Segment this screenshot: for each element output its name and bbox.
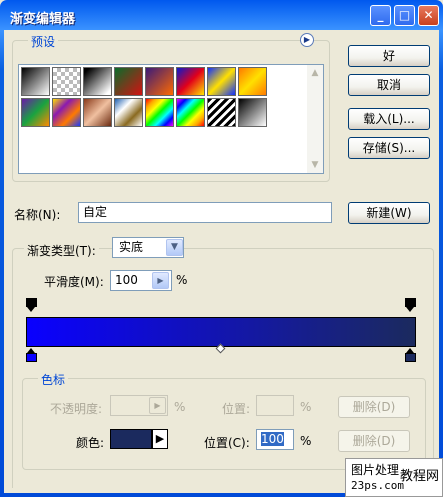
opacity-stop-left[interactable] xyxy=(26,298,37,312)
preset-swatch-transparent-stripes[interactable] xyxy=(207,98,236,127)
smoothness-slider-icon[interactable]: ▶ xyxy=(152,272,169,289)
color-swatch[interactable] xyxy=(110,429,152,449)
preset-swatch-blue-yellow-blue[interactable] xyxy=(207,67,236,96)
preset-swatch-black-white[interactable] xyxy=(21,67,50,96)
color-menu-arrow-icon[interactable]: ▶ xyxy=(152,429,168,449)
save-button[interactable]: 存储(S)... xyxy=(348,137,430,159)
preset-swatch-copper[interactable] xyxy=(83,98,112,127)
preset-swatch-violet-orange[interactable] xyxy=(145,67,174,96)
preset-swatch-transparent-checker[interactable] xyxy=(52,67,81,96)
color-location-input[interactable]: 100 xyxy=(256,429,294,450)
presets-label: 预设 xyxy=(28,33,59,50)
preset-swatch-transparent-rainbow[interactable] xyxy=(176,98,205,127)
color-label: 颜色: xyxy=(76,436,105,450)
gradient-type-label: 渐变类型(T): xyxy=(24,242,99,259)
color-stops-group xyxy=(22,378,426,470)
window-title: 渐变编辑器 xyxy=(10,12,76,27)
delete-color-stop-button[interactable]: 删除(D) xyxy=(338,430,410,452)
presets-menu-icon[interactable]: ▶ xyxy=(300,33,314,47)
opacity-location-label: 位置: xyxy=(222,402,251,416)
close-button[interactable]: ✕ xyxy=(418,5,439,26)
opacity-unit: % xyxy=(174,400,186,414)
opacity-label: 不透明度: xyxy=(50,402,103,416)
preset-swatch-black-transparent[interactable] xyxy=(83,67,112,96)
maximize-button[interactable]: □ xyxy=(394,5,415,26)
scroll-up-icon[interactable]: ▲ xyxy=(307,65,323,81)
watermark-title-2: 教程网 xyxy=(400,469,440,484)
opacity-slider-icon[interactable]: ▶ xyxy=(149,397,166,414)
preset-swatch-blue-red-yellow[interactable] xyxy=(176,67,205,96)
smoothness-unit: % xyxy=(176,273,188,287)
opacity-location-input[interactable] xyxy=(256,395,294,416)
scroll-down-icon[interactable]: ▼ xyxy=(307,157,323,173)
color-location-value: 100 xyxy=(261,432,284,446)
preset-swatch-neutral-density[interactable] xyxy=(238,98,267,127)
opacity-stop-right[interactable] xyxy=(405,298,416,312)
chevron-down-icon[interactable]: ▼ xyxy=(166,239,183,256)
smoothness-value: 100 xyxy=(115,273,138,287)
dialog-body: 预设 ▶ ▲ ▼ 好 取消 载入(L)... 存储(S)... 名称(N): 自… xyxy=(4,30,439,493)
preset-swatch-yellow-violet-orange-blue[interactable] xyxy=(52,98,81,127)
smoothness-label: 平滑度(M): xyxy=(44,275,104,289)
cancel-button[interactable]: 取消 xyxy=(348,74,430,96)
presets-swatch-grid: ▲ ▼ xyxy=(18,64,324,174)
preset-swatch-chrome[interactable] xyxy=(114,98,143,127)
new-button[interactable]: 新建(W) xyxy=(348,202,430,224)
ok-button[interactable]: 好 xyxy=(348,45,430,67)
preset-swatch-red-green[interactable] xyxy=(114,67,143,96)
presets-scrollbar[interactable]: ▲ ▼ xyxy=(307,65,323,173)
watermark-url: 23ps.com xyxy=(351,479,404,492)
color-stop-right[interactable] xyxy=(405,348,416,362)
color-stops-label: 色标 xyxy=(38,371,69,388)
watermark-title: 图片处理 xyxy=(351,463,400,477)
color-stop-left[interactable] xyxy=(26,348,37,362)
gradient-editor-window: 渐变编辑器 _ □ ✕ 预设 ▶ ▲ ▼ 好 取消 载入(L)... 存储(S)… xyxy=(0,0,443,497)
preset-swatch-violet-green-orange[interactable] xyxy=(21,98,50,127)
preset-swatch-orange-yellow-orange[interactable] xyxy=(238,67,267,96)
name-input[interactable]: 自定 xyxy=(78,202,332,223)
delete-opacity-stop-button[interactable]: 删除(D) xyxy=(338,396,410,418)
minimize-button[interactable]: _ xyxy=(370,5,391,26)
title-bar[interactable]: 渐变编辑器 _ □ ✕ xyxy=(4,0,439,30)
preset-swatch-spectrum[interactable] xyxy=(145,98,174,127)
load-button[interactable]: 载入(L)... xyxy=(348,108,430,130)
gradient-type-value: 实底 xyxy=(119,240,144,254)
name-label: 名称(N): xyxy=(14,208,61,222)
opacity-location-unit: % xyxy=(300,400,312,414)
gradient-preview-bar[interactable] xyxy=(26,317,416,347)
watermark: 图片处理 教程网 23ps.com xyxy=(345,458,443,497)
color-location-unit: % xyxy=(300,434,312,448)
color-location-label: 位置(C): xyxy=(204,436,250,450)
